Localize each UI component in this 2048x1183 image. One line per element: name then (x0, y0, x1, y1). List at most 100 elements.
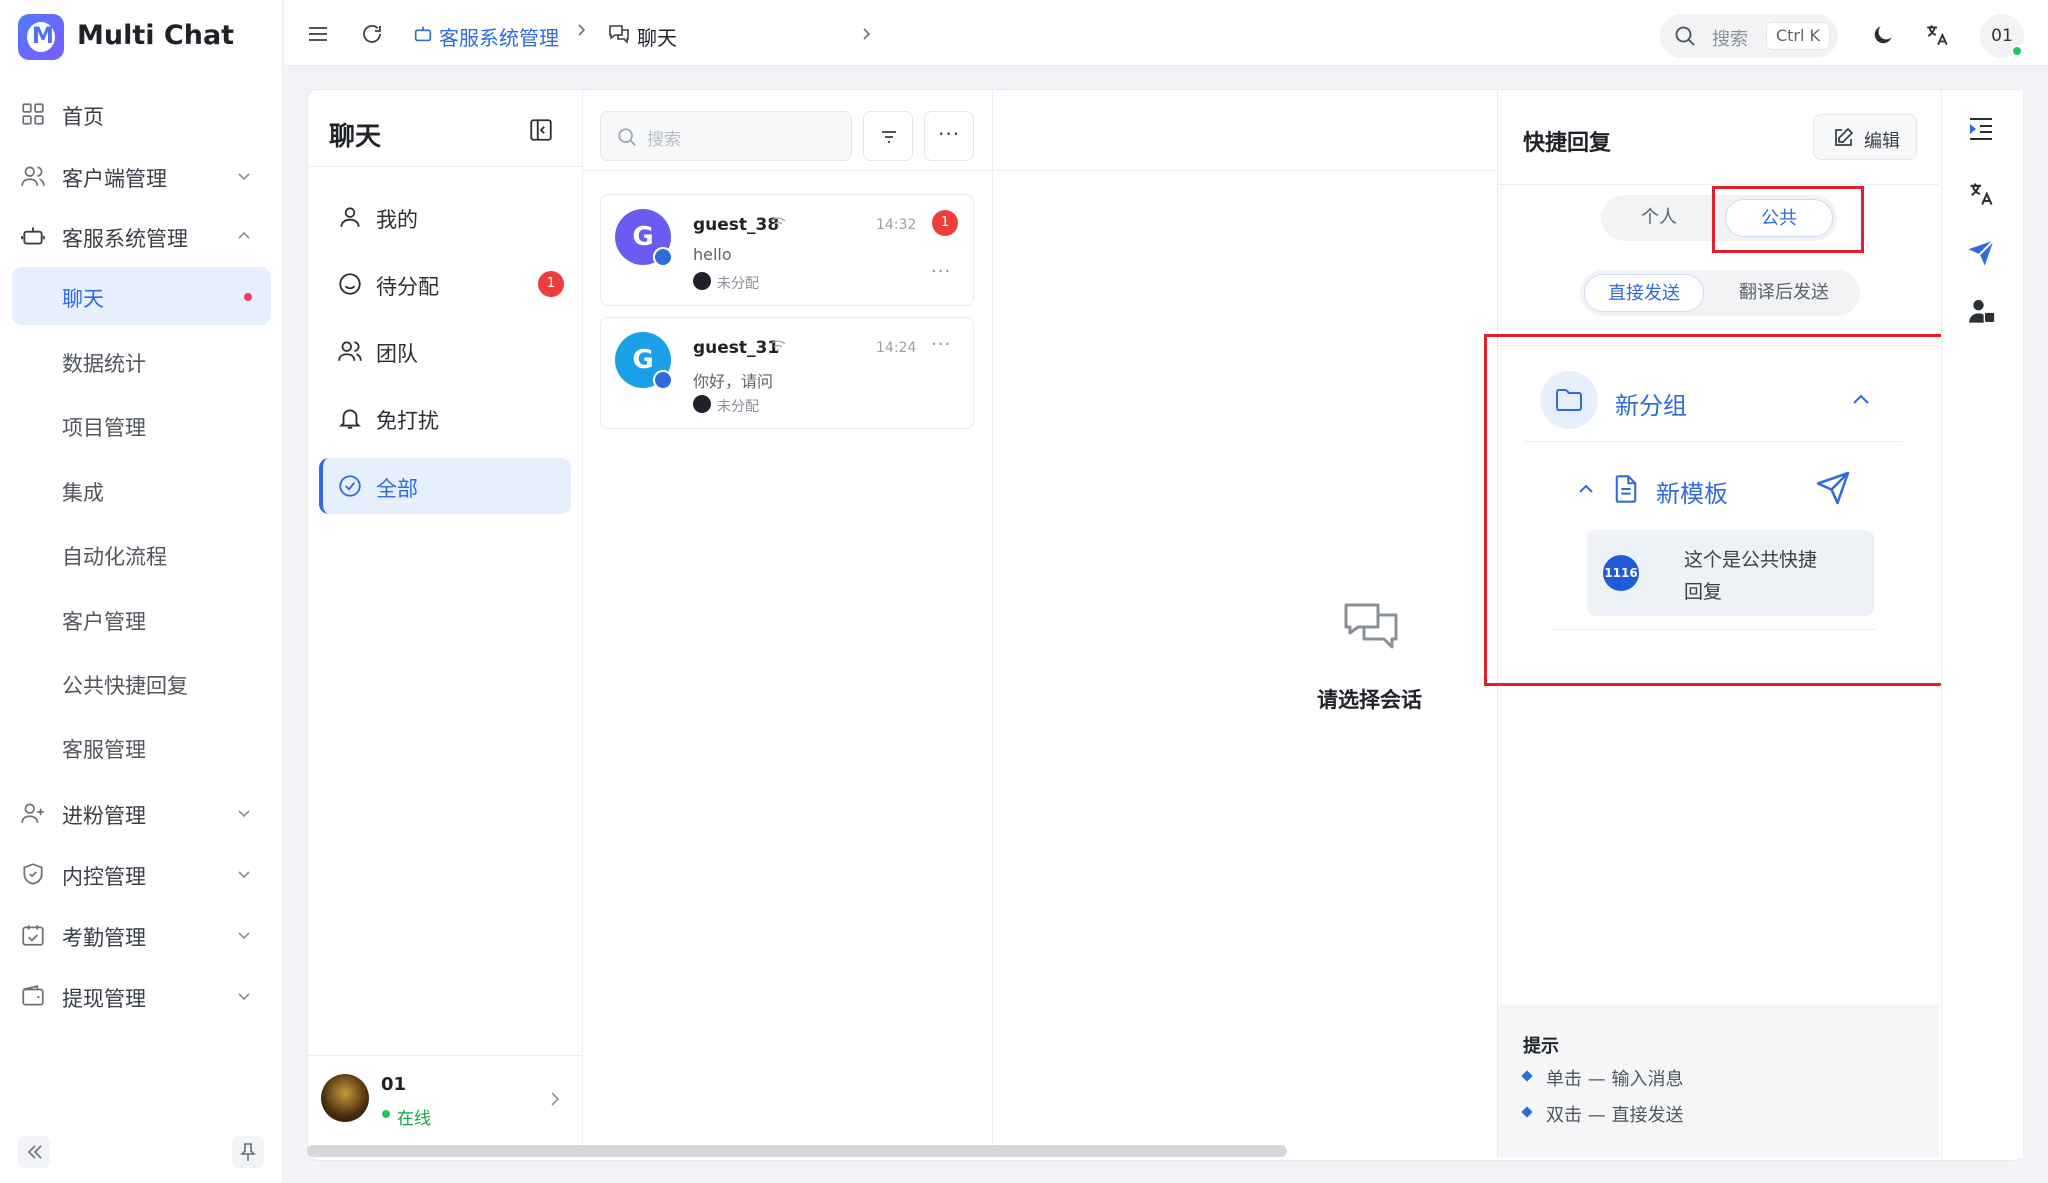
sidebar-item-withdraw[interactable]: 提现管理 (0, 970, 283, 1022)
sidebar-item-clients[interactable]: 客户端管理 (0, 150, 283, 202)
send-icon[interactable] (1815, 470, 1851, 506)
dashboard-icon (22, 103, 44, 125)
sidebar-subitem-integration[interactable]: 集成 (12, 461, 271, 519)
search-placeholder: 搜索 (647, 130, 681, 150)
edit-icon (1835, 127, 1854, 146)
folder-do-not-disturb[interactable]: 免打扰 (319, 390, 571, 446)
sidebar-subitem-chat[interactable]: 聊天 (12, 267, 271, 325)
shield-icon (23, 863, 43, 885)
empty-state-text: 请选择会话 (1317, 688, 1422, 712)
unread-badge: 1 (538, 271, 564, 297)
tab-personal[interactable]: 个人 (1605, 199, 1713, 237)
template-item-badge: 1116 (1603, 555, 1639, 591)
breadcrumb-item[interactable]: 客服系统管理 (439, 22, 559, 51)
edit-button[interactable]: 编辑 (1813, 114, 1917, 160)
sidebar-item-attendance[interactable]: 考勤管理 (0, 909, 283, 961)
sidebar-subitem-label: 聊天 (62, 287, 104, 311)
user-status-icon (693, 272, 711, 290)
horizontal-scrollbar[interactable] (307, 1145, 1287, 1157)
breadcrumb-separator-icon (863, 28, 871, 40)
document-icon (1615, 475, 1637, 503)
sidebar-subitem-label: 客户管理 (62, 610, 146, 634)
conversation-item[interactable]: G guest_38 14:32 1 hello 未分配 ··· (600, 194, 974, 306)
sidebar-subitem-agents[interactable]: 客服管理 (12, 718, 271, 776)
online-status-dot (382, 1110, 390, 1118)
moon-icon[interactable] (1870, 22, 1896, 48)
tab-send-direct[interactable]: 直接发送 (1584, 274, 1704, 312)
translate-icon[interactable] (1967, 180, 1995, 208)
template-item-text: 回复 (1684, 581, 1723, 603)
collapse-sidebar-button[interactable] (18, 1136, 50, 1168)
conversation-item[interactable]: G guest_31 14:24 ··· 你好，请问 未分配 (600, 317, 974, 429)
chat-icon (609, 25, 629, 44)
pin-sidebar-button[interactable] (232, 1136, 264, 1168)
ellipsis-icon[interactable]: ··· (931, 261, 951, 282)
collapse-panel-icon[interactable] (528, 117, 554, 143)
messenger-icon (653, 247, 673, 267)
folder-label: 团队 (376, 342, 418, 366)
refresh-icon[interactable] (360, 22, 384, 46)
sidebar-item-home[interactable]: 首页 (0, 88, 283, 140)
divider (1550, 629, 1876, 630)
tab-send-translated[interactable]: 翻译后发送 (1712, 274, 1856, 312)
template-name[interactable]: 新模板 (1656, 474, 1728, 509)
sidebar-subitem-projects[interactable]: 项目管理 (12, 396, 271, 454)
breadcrumb-current: 聊天 (637, 26, 677, 50)
agent-avatar[interactable] (321, 1074, 369, 1122)
ellipsis-icon[interactable]: ··· (931, 334, 951, 355)
chevron-up-icon[interactable] (1576, 479, 1596, 499)
chevron-up-icon[interactable] (1849, 388, 1873, 412)
more-options-button[interactable]: ··· (924, 111, 974, 161)
sidebar-item-label: 内控管理 (62, 865, 146, 889)
folder-all[interactable]: 全部 (319, 458, 571, 514)
send-icon[interactable] (1966, 238, 1996, 268)
assignment-status: 未分配 (717, 399, 759, 415)
sidebar-item-internal-control[interactable]: 内控管理 (0, 848, 283, 900)
folder-unassigned[interactable]: 待分配 1 (319, 256, 571, 312)
sidebar-item-label: 客户端管理 (62, 167, 167, 191)
message-time: 14:24 (876, 340, 917, 356)
user-plus-icon (21, 803, 44, 823)
sidebar-item-cs-system[interactable]: 客服系统管理 (0, 210, 283, 262)
folder-icon-circle (1540, 371, 1598, 429)
folder-label: 全部 (376, 477, 418, 501)
unread-badge: 1 (932, 210, 958, 236)
folder-team[interactable]: 团队 (319, 323, 571, 379)
divider (1498, 184, 1939, 185)
sidebar-item-label: 考勤管理 (62, 926, 146, 950)
quick-reply-title: 快捷回复 (1523, 131, 1612, 156)
hint-title: 提示 (1523, 1036, 1559, 1057)
chevron-right-icon[interactable] (548, 1090, 562, 1108)
online-indicator (2011, 45, 2023, 57)
highlight-box (1712, 186, 1864, 253)
divider (1523, 441, 1903, 442)
sidebar-subitem-automation[interactable]: 自动化流程 (12, 525, 271, 583)
menu-icon[interactable] (306, 22, 330, 46)
sidebar-item-leads[interactable]: 进粉管理 (0, 787, 283, 839)
hint-line: 双击 — 直接发送 (1546, 1105, 1684, 1126)
chevron-down-icon (238, 871, 250, 879)
folder-label: 免打扰 (376, 409, 439, 433)
outline-toggle-icon[interactable] (1966, 114, 1996, 144)
sidebar-item-label: 客服系统管理 (62, 227, 188, 251)
robot-icon (21, 227, 45, 245)
translate-icon[interactable] (1924, 22, 1950, 48)
folder-mine[interactable]: 我的 (319, 189, 571, 245)
conversation-search-input[interactable]: 搜索 (600, 111, 852, 161)
contact-info-icon[interactable] (1968, 297, 1996, 325)
template-item[interactable]: 1116 这个是公共快捷 回复 (1587, 530, 1874, 616)
sidebar-subitem-customers[interactable]: 客户管理 (12, 590, 271, 648)
check-circle-icon (339, 475, 361, 497)
top-header: 客服系统管理 聊天 搜索 Ctrl K 01 (284, 0, 2048, 66)
folder-icon (1556, 389, 1582, 411)
filter-button[interactable] (863, 111, 913, 161)
chat-bubbles-icon (1344, 603, 1398, 649)
sidebar-subitem-public-replies[interactable]: 公共快捷回复 (12, 654, 271, 712)
sidebar: M Multi Chat 首页 客户端管理 客服系统管理 聊天 数据统计 项目管… (0, 0, 283, 1183)
group-name[interactable]: 新分组 (1615, 386, 1687, 421)
signal-icon (770, 340, 786, 351)
bell-icon (339, 409, 361, 429)
user-icon (340, 207, 360, 227)
sidebar-subitem-stats[interactable]: 数据统计 (12, 332, 271, 390)
sidebar-subitem-label: 客服管理 (62, 738, 146, 762)
